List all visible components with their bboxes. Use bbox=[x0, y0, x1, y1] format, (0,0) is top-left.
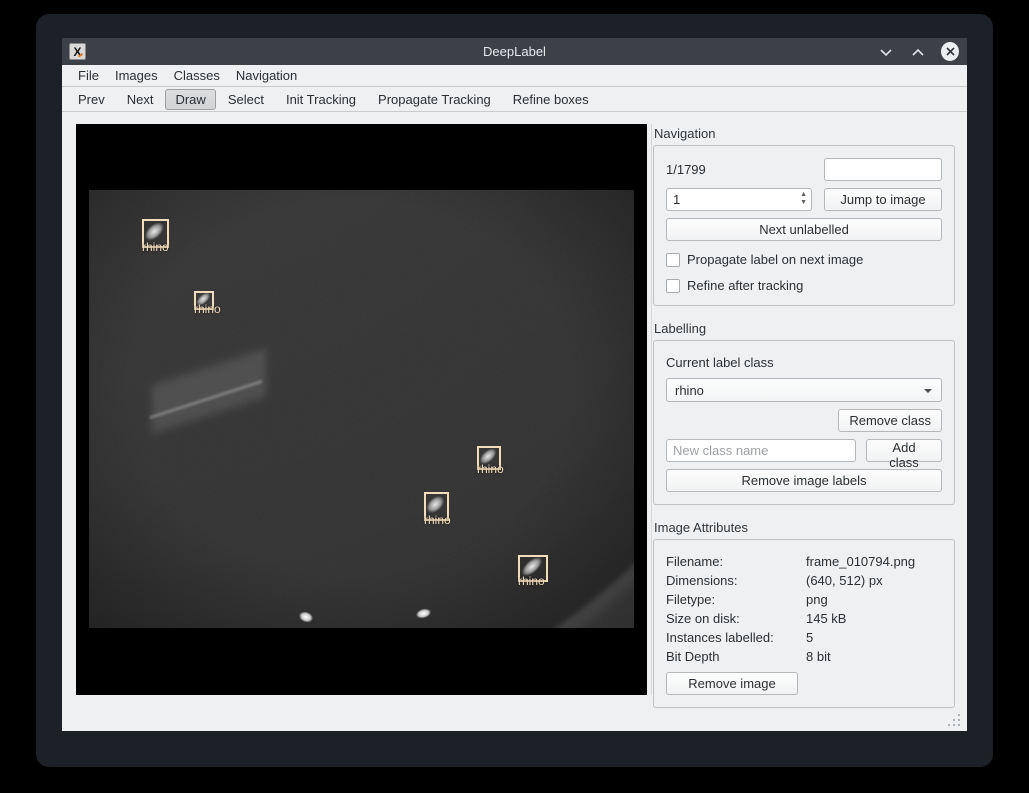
application-window: X DeepLabel File Images Classes Navigati… bbox=[62, 38, 967, 731]
close-button[interactable] bbox=[941, 42, 959, 61]
attribute-row: Bit Depth 8 bit bbox=[666, 647, 942, 666]
menu-file[interactable]: File bbox=[70, 66, 107, 85]
remove-class-button[interactable]: Remove class bbox=[838, 409, 942, 432]
attr-dimensions-key: Dimensions: bbox=[666, 573, 738, 588]
panel-splitter[interactable] bbox=[651, 124, 652, 695]
tool-init-tracking[interactable]: Init Tracking bbox=[276, 89, 366, 110]
label-class-dropdown[interactable]: rhino bbox=[666, 378, 942, 402]
spinbox-arrows-icon[interactable]: ▲ ▼ bbox=[800, 191, 807, 207]
bounding-box[interactable]: rhino bbox=[135, 213, 176, 254]
remove-image-labels-button[interactable]: Remove image labels bbox=[666, 469, 942, 492]
attributes-groupbox: Filename: frame_010794.png Dimensions: (… bbox=[653, 539, 955, 708]
bounding-box[interactable]: rhino bbox=[512, 548, 554, 589]
attr-bitdepth-value: 8 bit bbox=[806, 649, 831, 664]
bbox-label: rhino bbox=[477, 462, 504, 476]
menu-images[interactable]: Images bbox=[107, 66, 166, 85]
attribute-row: Filename: frame_010794.png bbox=[666, 552, 942, 571]
attr-filename-value: frame_010794.png bbox=[806, 554, 916, 569]
tool-bar: Prev Next Draw Select Init Tracking Prop… bbox=[62, 87, 967, 112]
attr-dimensions-value: (640, 512) px bbox=[806, 573, 883, 588]
bounding-box[interactable]: rhino bbox=[472, 441, 506, 475]
image-index-spinbox[interactable]: 1 ▲ ▼ bbox=[666, 188, 812, 211]
image-canvas[interactable]: rhino rhino rhino rhino rhino bbox=[76, 124, 647, 695]
menu-bar: File Images Classes Navigation bbox=[62, 65, 967, 87]
propagate-label-checkbox[interactable] bbox=[666, 252, 680, 267]
jump-to-image-button[interactable]: Jump to image bbox=[824, 188, 942, 211]
attr-filetype-key: Filetype: bbox=[666, 592, 716, 607]
attribute-row: Instances labelled: 5 bbox=[666, 628, 942, 647]
attr-instances-value: 5 bbox=[806, 630, 814, 645]
new-class-name-input[interactable] bbox=[666, 439, 856, 462]
tool-prev[interactable]: Prev bbox=[68, 89, 115, 110]
refine-after-tracking-checkbox[interactable] bbox=[666, 278, 680, 293]
attribute-row: Filetype: png bbox=[666, 590, 942, 609]
attribute-row: Dimensions: (640, 512) px bbox=[666, 571, 942, 590]
thermal-image[interactable]: rhino rhino rhino rhino rhino bbox=[89, 190, 634, 628]
tool-select[interactable]: Select bbox=[218, 89, 274, 110]
close-icon bbox=[941, 42, 959, 61]
resize-grip[interactable] bbox=[948, 714, 960, 726]
attribute-row: Size on disk: 145 kB bbox=[666, 609, 942, 628]
menu-classes[interactable]: Classes bbox=[166, 66, 228, 85]
tool-propagate-tracking[interactable]: Propagate Tracking bbox=[368, 89, 501, 110]
bounding-box[interactable]: rhino bbox=[417, 487, 456, 526]
add-class-button[interactable]: Add class bbox=[866, 439, 942, 470]
label-class-dropdown-value: rhino bbox=[675, 382, 704, 398]
spinbox-value: 1 bbox=[673, 192, 681, 207]
tool-next[interactable]: Next bbox=[117, 89, 164, 110]
next-unlabelled-button[interactable]: Next unlabelled bbox=[666, 218, 942, 241]
image-progress-label: 1/1799 bbox=[666, 162, 706, 177]
attr-filename-key: Filename: bbox=[666, 554, 724, 569]
labelling-groupbox: Current label class rhino Remove class A… bbox=[653, 340, 955, 505]
attr-instances-key: Instances labelled: bbox=[666, 630, 774, 645]
attr-filetype-value: png bbox=[806, 592, 828, 607]
title-bar[interactable]: X DeepLabel bbox=[62, 38, 967, 65]
refine-after-tracking-checkbox-label: Refine after tracking bbox=[687, 278, 804, 293]
bounding-box[interactable]: rhino bbox=[190, 286, 221, 315]
main-content: rhino rhino rhino rhino rhino Navigation 1/1… bbox=[62, 113, 967, 731]
propagate-label-checkbox-label: Propagate label on next image bbox=[687, 252, 864, 267]
attr-bitdepth-key: Bit Depth bbox=[666, 649, 720, 664]
annotation-layer: rhino rhino rhino rhino rhino bbox=[89, 190, 634, 628]
maximize-button[interactable] bbox=[909, 43, 927, 61]
side-panel: Navigation 1/1799 1 ▲ ▼ Jump to image Ne… bbox=[653, 113, 955, 708]
jump-to-name-input[interactable] bbox=[824, 158, 942, 181]
current-label-class-label: Current label class bbox=[666, 355, 774, 370]
bbox-label: rhino bbox=[194, 302, 221, 316]
window-title: DeepLabel bbox=[483, 44, 546, 59]
bbox-label: rhino bbox=[518, 574, 545, 588]
tool-draw[interactable]: Draw bbox=[165, 88, 216, 110]
window-frame: X DeepLabel File Images Classes Navigati… bbox=[36, 14, 993, 767]
menu-navigation[interactable]: Navigation bbox=[228, 66, 305, 85]
chevron-down-icon bbox=[924, 389, 932, 393]
attr-size-value: 145 kB bbox=[806, 611, 847, 626]
attr-size-key: Size on disk: bbox=[666, 611, 740, 626]
bbox-label: rhino bbox=[142, 240, 169, 254]
attributes-section-title: Image Attributes bbox=[654, 520, 748, 535]
navigation-groupbox: 1/1799 1 ▲▼ Jump to image Next unlabell bbox=[653, 145, 955, 306]
navigation-section-title: Navigation bbox=[654, 126, 716, 141]
tool-refine-boxes[interactable]: Refine boxes bbox=[503, 89, 599, 110]
labelling-section-title: Labelling bbox=[654, 321, 707, 336]
bbox-label: rhino bbox=[424, 513, 451, 527]
minimize-button[interactable] bbox=[877, 43, 895, 61]
remove-image-button[interactable]: Remove image bbox=[666, 672, 798, 695]
